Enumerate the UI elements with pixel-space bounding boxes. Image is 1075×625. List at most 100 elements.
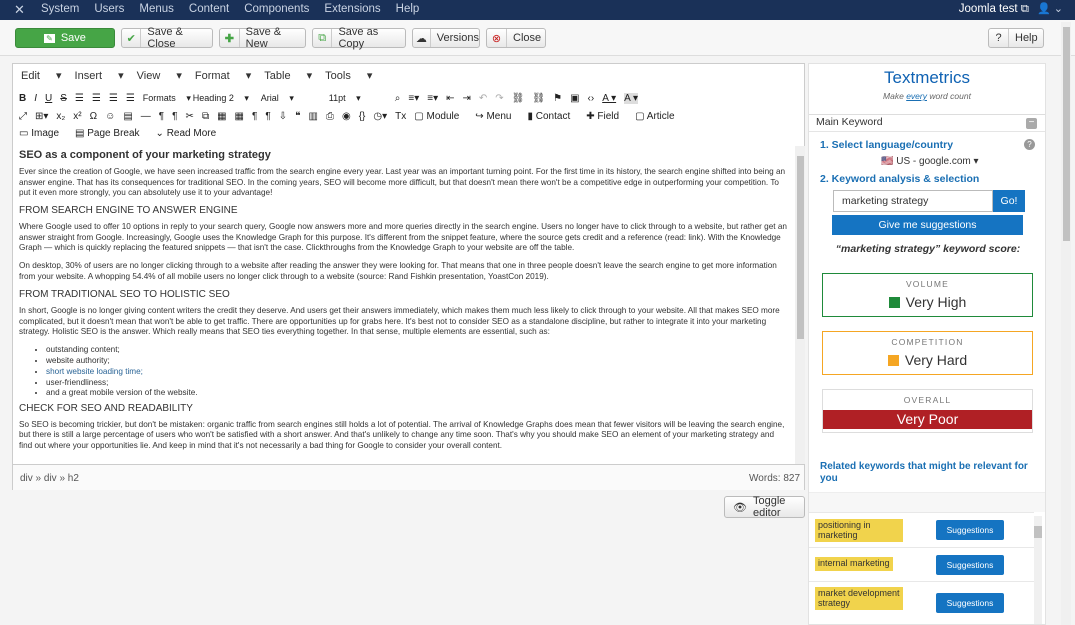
country-select[interactable]: 🇺🇸 US - google.com ▾ [881,156,979,167]
nonbreaking-icon[interactable]: ¶ [265,111,270,122]
subscript-icon[interactable]: x₂ [56,111,65,122]
editor-scroll-thumb[interactable] [797,156,804,339]
keyword-input[interactable]: marketing strategy [833,190,993,212]
editor-content[interactable]: SEO as a component of your marketing str… [13,146,795,464]
table-icon[interactable]: ⊞▾ [35,111,48,122]
font-dropdown[interactable]: Arial ▾ [261,93,321,104]
suggestions-button[interactable]: Give me suggestions [832,215,1023,235]
template-icon[interactable]: ⇩ [279,111,287,122]
bold-icon[interactable]: B [19,93,26,104]
contact-button[interactable]: ▮ Contact [527,111,578,122]
highlight-icon[interactable]: A ▾ [624,92,639,104]
numbered-list-icon[interactable]: ≡▾ [427,93,438,104]
menu-users[interactable]: Users [94,3,124,15]
save-button[interactable]: ✎ Save [15,28,115,48]
user-menu[interactable]: 👤 ⌄ [1037,2,1063,15]
help-icon[interactable]: ? [1024,139,1035,150]
copy-text-icon[interactable]: ⧉ [202,111,209,122]
keyword-tag[interactable]: internal marketing [815,557,893,571]
unlink-icon[interactable]: ⛓ [532,93,545,104]
bookmark-icon[interactable]: ⚑ [553,93,562,104]
menu-system[interactable]: System [41,3,79,15]
fullscreen-icon[interactable]: ⤢ [19,111,27,122]
indent-icon[interactable]: ⇥ [463,93,471,104]
keyword-suggestions-button[interactable]: Suggestions [936,555,1004,575]
help-button[interactable]: ? Help [988,28,1044,48]
image-icon[interactable]: ▣ [570,93,579,104]
quote-icon[interactable]: ❝ [295,111,300,122]
emoticon-icon[interactable]: ☺ [105,111,115,122]
menu-content[interactable]: Content [189,3,229,15]
align-left-icon[interactable]: ☰ [75,93,84,104]
special-char-icon[interactable]: Ω [90,111,97,122]
undo-icon[interactable]: ↶ [479,93,487,104]
strikethrough-icon[interactable]: S [60,93,67,104]
paste-text-icon[interactable]: ▦ [235,111,244,122]
site-link[interactable]: Joomla test ⧉ [959,3,1029,16]
align-right-icon[interactable]: ☰ [109,93,118,104]
save-copy-button[interactable]: ⧉ Save as Copy [312,26,406,50]
keyword-tag[interactable]: positioning in marketing [815,519,903,542]
heading-dropdown[interactable]: Heading 2 ▾ [193,93,253,104]
keyword-suggestions-button[interactable]: Suggestions [936,593,1004,613]
justify-icon[interactable]: ☰ [126,93,135,104]
code-icon[interactable]: ‹› [588,93,595,104]
cut-icon[interactable]: ✂ [186,111,194,122]
menu-button[interactable]: ↪ Menu [475,111,519,122]
article-button[interactable]: ▢ Article [635,111,682,122]
clear-format-icon[interactable]: Tx [395,111,406,122]
ltr-icon[interactable]: ¶ [159,111,164,122]
visual-chars-icon[interactable]: ▥ [309,111,318,122]
size-dropdown[interactable]: 11pt ▾ [329,93,387,104]
editor-menu-table[interactable]: Table ▾ [264,69,312,82]
print-icon[interactable]: ⎙ [326,111,334,122]
menu-components[interactable]: Components [244,3,309,15]
tagline-link[interactable]: every [906,91,927,101]
link-icon[interactable]: ⛓ [512,93,525,104]
date-icon[interactable]: ◷▾ [373,111,387,122]
editor-menu-format[interactable]: Format ▾ [195,69,251,82]
find-icon[interactable]: ⌕ [395,93,401,104]
module-button[interactable]: ▢ Module [414,111,467,122]
page-scroll-thumb[interactable] [1063,27,1070,241]
page-scrollbar[interactable] [1061,22,1071,625]
menu-help[interactable]: Help [396,3,420,15]
editor-menu-edit[interactable]: Edit ▾ [21,69,62,82]
keyword-tag[interactable]: market development strategy [815,587,903,610]
rtl-icon[interactable]: ¶ [172,111,177,122]
formats-dropdown[interactable]: Formats ▾ [143,93,191,104]
element-path[interactable]: div » div » h2 [20,473,79,484]
media-icon[interactable]: ▤ [123,111,132,122]
paste-icon[interactable]: ▦ [217,111,226,122]
source-icon[interactable]: {} [359,111,366,122]
editor-menu-insert[interactable]: Insert ▾ [75,69,124,82]
keyword-suggestions-button[interactable]: Suggestions [936,520,1004,540]
keywords-scrollbar[interactable] [1034,516,1042,624]
align-center-icon[interactable]: ☰ [92,93,101,104]
read-more-button[interactable]: ⌄ Read More [156,128,225,139]
page-break-button[interactable]: ▤ Page Break [75,128,148,139]
underline-icon[interactable]: U [45,93,52,104]
editor-menu-tools[interactable]: Tools ▾ [325,69,372,82]
image-button[interactable]: ▭ Image [19,128,67,139]
bullet-list-icon[interactable]: ≡▾ [408,93,419,104]
show-blocks-icon[interactable]: ¶ [252,111,257,122]
versions-button[interactable]: ☁ Versions [412,28,480,48]
redo-icon[interactable]: ↷ [495,93,503,104]
go-button[interactable]: Go! [993,190,1025,212]
outdent-icon[interactable]: ⇤ [446,93,454,104]
text-color-icon[interactable]: A ▾ [602,93,616,104]
menu-menus[interactable]: Menus [139,3,174,15]
save-new-button[interactable]: ✚ Save & New [219,26,306,50]
italic-icon[interactable]: I [34,93,37,104]
field-button[interactable]: ✚ Field [586,111,627,122]
hr-icon[interactable]: — [141,111,151,122]
loading-time-link[interactable]: short website loading time; [46,367,143,376]
preview-icon[interactable]: ◉ [342,111,351,122]
joomla-logo-icon[interactable]: ✕ [14,2,25,18]
menu-extensions[interactable]: Extensions [324,3,380,15]
editor-scrollbar[interactable] [795,146,805,464]
editor-menu-view[interactable]: View ▾ [137,69,182,82]
close-button[interactable]: ⊗ Close [486,28,546,48]
superscript-icon[interactable]: x² [73,111,81,122]
